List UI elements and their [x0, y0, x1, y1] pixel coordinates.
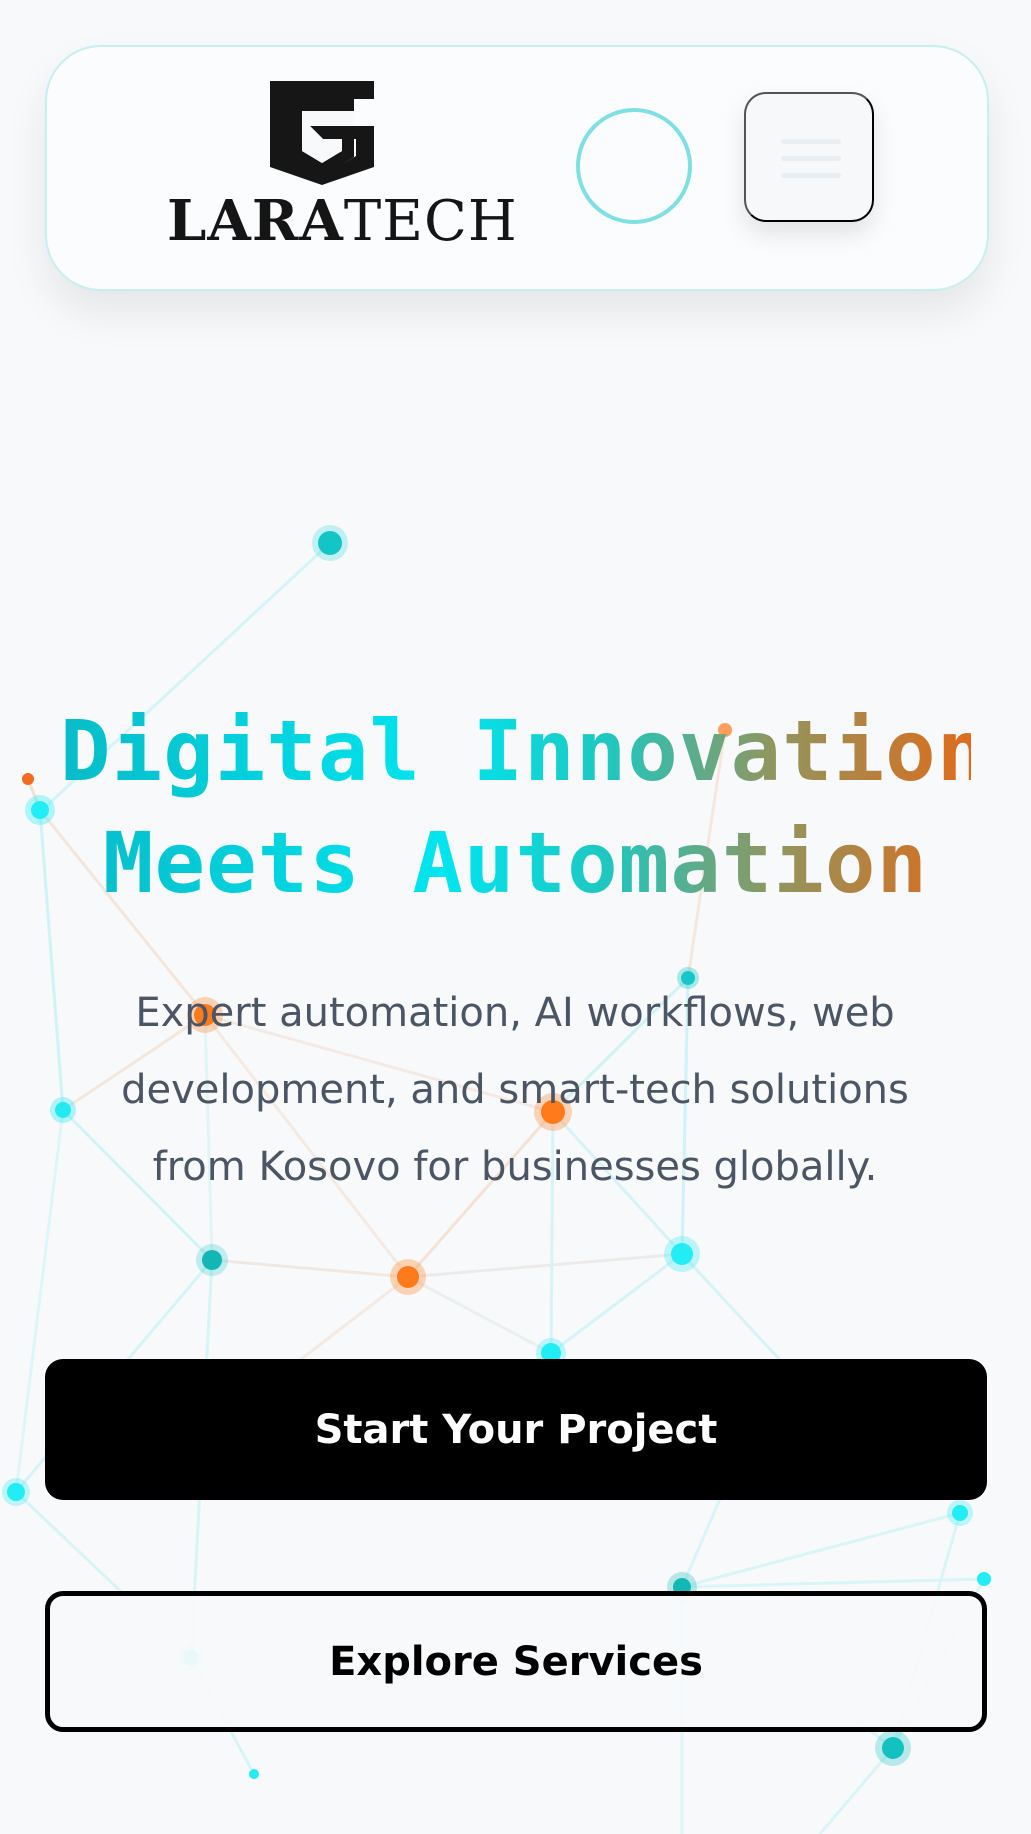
hamburger-icon [781, 173, 841, 178]
hero-title-line-2: Meets Automation [102, 814, 929, 912]
hamburger-icon [781, 156, 841, 161]
top-navigation: LARATECH [45, 45, 989, 291]
start-project-button[interactable]: Start Your Project [45, 1359, 987, 1500]
logo-word-bold: LARA [167, 188, 344, 254]
hero-title-line-1: Digital Innovation [60, 702, 989, 800]
logo-mark-icon [270, 81, 374, 185]
logo-word-regular: TECH [343, 189, 518, 254]
hero-title: Digital Innovation Meets Automation [60, 695, 971, 919]
explore-services-button[interactable]: Explore Services [45, 1591, 987, 1732]
hamburger-icon [781, 139, 841, 144]
menu-button[interactable] [744, 92, 874, 222]
laratech-logo[interactable]: LARATECH [157, 81, 517, 254]
theme-toggle-button[interactable] [576, 108, 692, 224]
hero-subtitle: Expert automation, AI workflows, web dev… [121, 990, 909, 1190]
logo-wordmark: LARATECH [167, 188, 517, 254]
